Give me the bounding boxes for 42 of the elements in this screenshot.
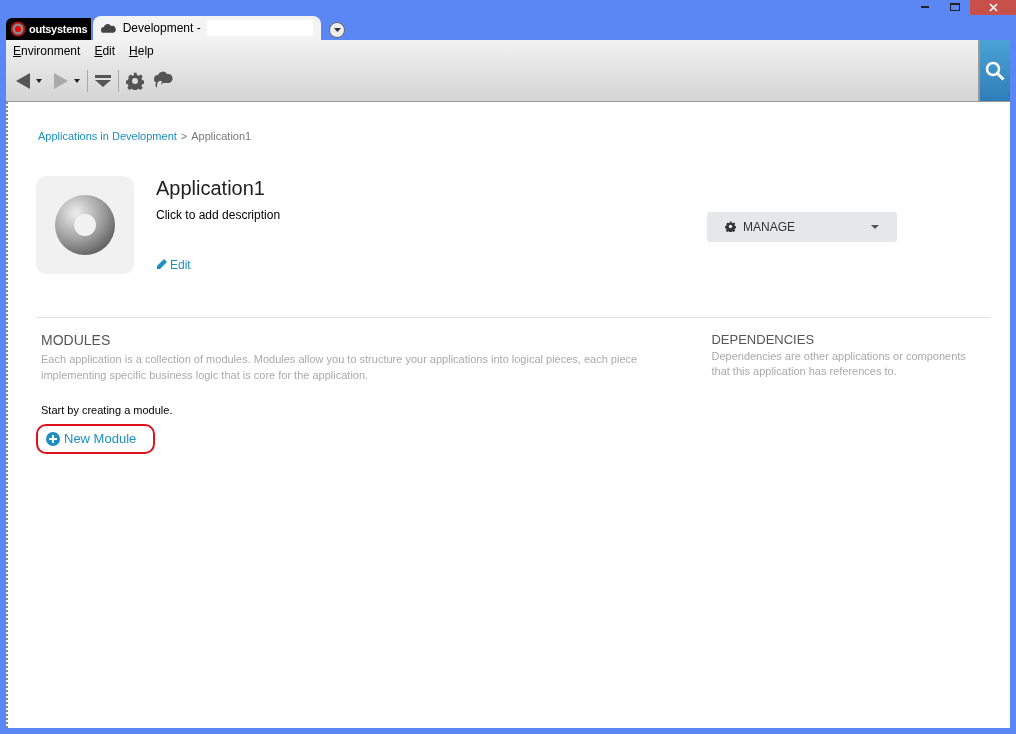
menu-item[interactable]: Edit <box>94 41 116 60</box>
tab-title: Development - <box>122 20 201 37</box>
caret-icon <box>74 79 80 84</box>
breadcrumb-current: Application1 <box>191 129 252 144</box>
modules-hint: Start by creating a module. <box>41 402 174 418</box>
pencil-icon <box>156 259 167 270</box>
caret-icon <box>333 28 341 32</box>
logo-tab[interactable]: outsystems <box>6 18 92 40</box>
gear-icon <box>725 221 736 232</box>
disc-icon <box>54 193 116 256</box>
modules-heading: MODULES <box>41 330 112 350</box>
menu-item[interactable]: Help <box>129 41 154 60</box>
tab-menu-button[interactable] <box>329 22 346 38</box>
back-button[interactable] <box>14 72 32 91</box>
forward-icon <box>52 72 70 91</box>
page-tab[interactable]: Development - <box>93 16 322 40</box>
caret-icon <box>871 224 879 229</box>
breadcrumb-separator: > <box>180 129 188 144</box>
dependencies-description: Dependencies are other applications or components that this application has references to. <box>711 349 967 379</box>
search-button[interactable] <box>978 40 1010 101</box>
settings-icon <box>126 72 144 91</box>
back-icon <box>14 72 32 91</box>
menu-item[interactable]: Environment <box>13 41 81 60</box>
plus-icon <box>46 432 60 446</box>
download-button[interactable] <box>95 75 111 88</box>
manage-button[interactable]: MANAGE <box>707 211 897 242</box>
new-module-button[interactable]: New Module <box>46 429 137 449</box>
close-button[interactable] <box>970 0 1016 15</box>
logo-text: outsystems <box>29 21 88 37</box>
settings-button[interactable] <box>126 72 144 91</box>
dependencies-heading: DEPENDENCIES <box>711 330 816 349</box>
download-icon <box>95 75 111 88</box>
close-icon <box>988 3 998 12</box>
edit-link[interactable]: Edit <box>156 255 281 274</box>
caret-icon <box>36 79 42 84</box>
app-description: Click to add description <box>156 206 281 224</box>
cloud-icon <box>101 23 117 33</box>
logo-icon <box>10 21 26 37</box>
search-icon <box>985 60 1005 81</box>
modules-description: Each application is a collection of modules. Modules allow you to structure your applications into logical pieces, each piece implementing specific business logic that is core for the application. <box>41 351 639 383</box>
app-title: Application1 <box>156 175 266 200</box>
breadcrumb-link[interactable]: Applications in Development <box>38 128 177 145</box>
